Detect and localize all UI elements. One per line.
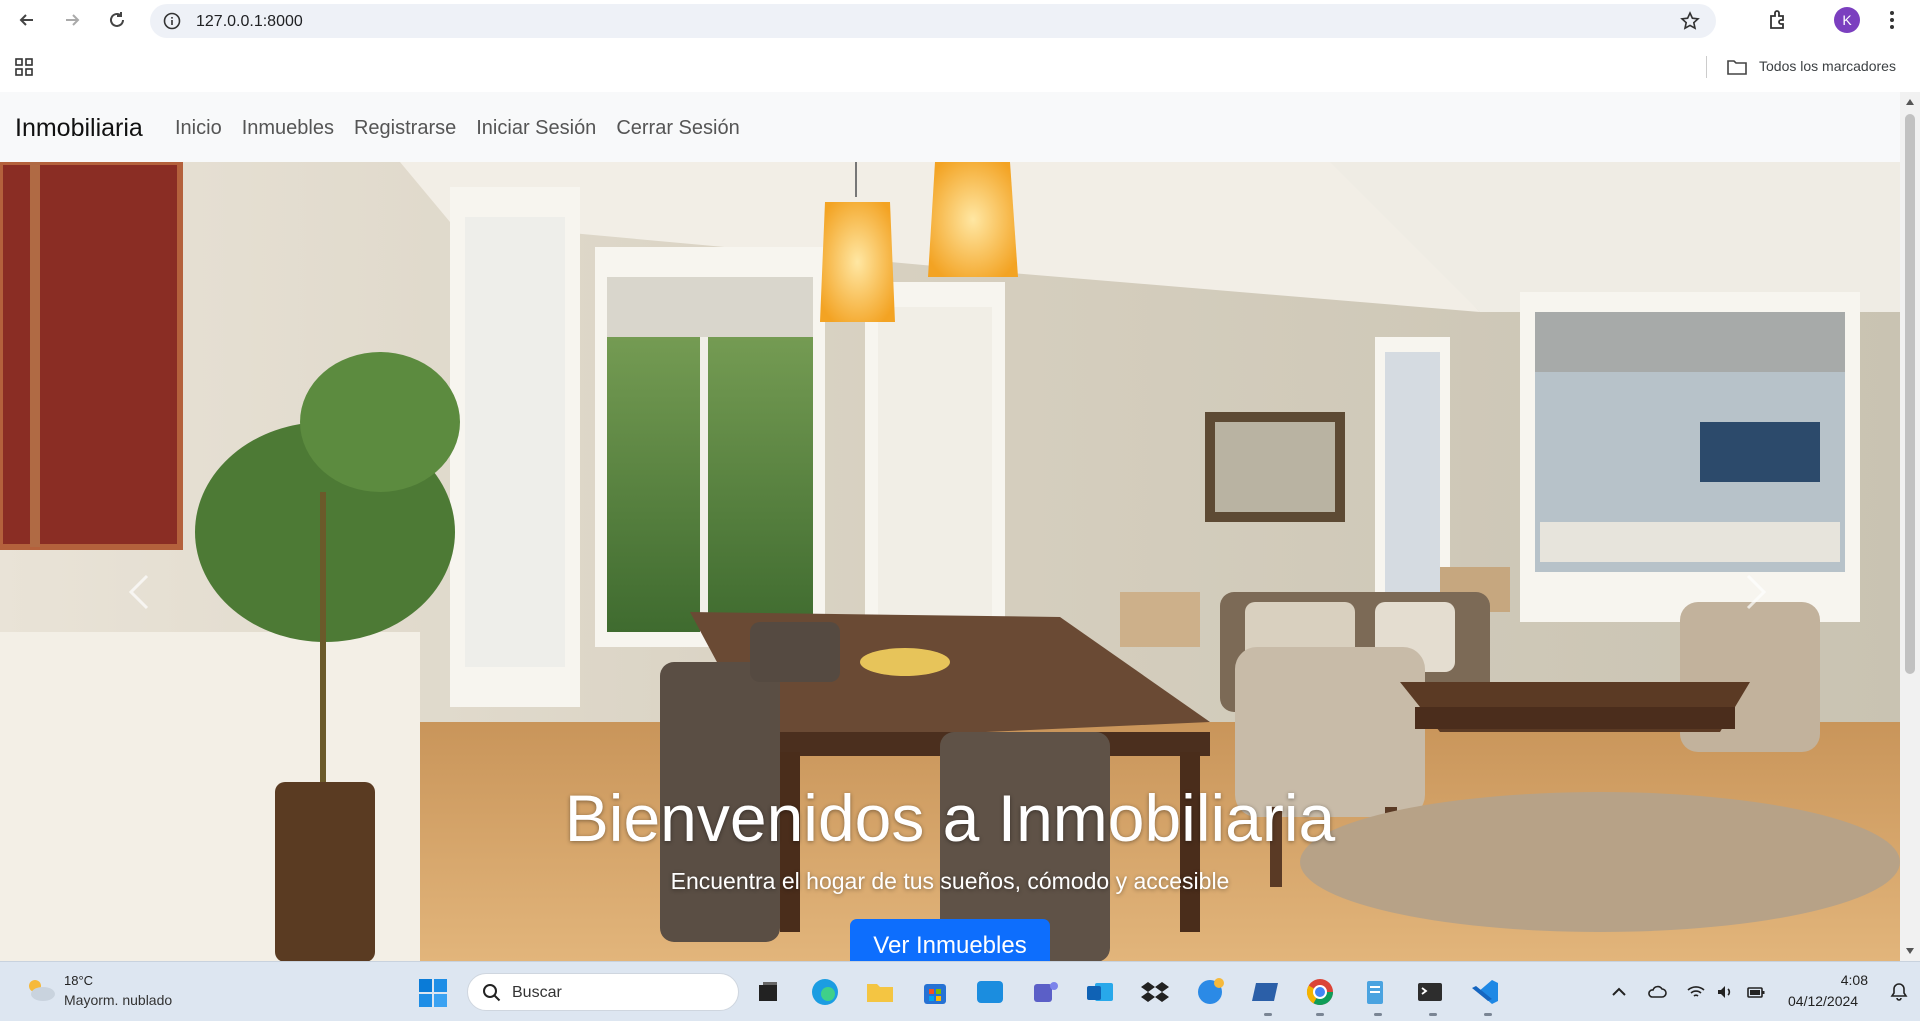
- hero-subtitle: Encuentra el hogar de tus sueños, cómodo…: [670, 868, 1230, 894]
- arrow-right-icon: [66, 14, 80, 26]
- forward-button[interactable]: [57, 6, 87, 34]
- scroll-down-icon[interactable]: [1905, 947, 1915, 955]
- window-right: [1520, 292, 1860, 622]
- store-icon: [924, 984, 946, 1004]
- notification-bell-icon[interactable]: [1890, 982, 1908, 1002]
- outlook-icon: [1087, 983, 1113, 1001]
- powershell-icon: [1252, 983, 1278, 1001]
- info-icon[interactable]: [163, 12, 181, 30]
- hero-title: Bienvenidos a Inmobiliaria: [564, 781, 1336, 855]
- page-viewport: Inmobiliaria Inicio Inmuebles Registrars…: [0, 92, 1920, 961]
- ver-inmuebles-button[interactable]: Ver Inmuebles: [850, 919, 1050, 961]
- taskbar-search[interactable]: Buscar: [467, 973, 739, 1011]
- task-view-app[interactable]: [751, 975, 785, 1009]
- bookmark-star-icon[interactable]: [1680, 11, 1700, 31]
- nav-link-inicio[interactable]: Inicio: [175, 117, 222, 140]
- cloud-icon[interactable]: [1647, 982, 1667, 1002]
- windows-taskbar: 18°C Mayorm. nublado Buscar 4:08 04/12/2…: [0, 961, 1920, 1021]
- carousel-next-button[interactable]: [1742, 572, 1782, 622]
- volume-icon[interactable]: [1715, 982, 1735, 1002]
- scroll-up-icon[interactable]: [1905, 98, 1915, 106]
- vscode-icon: [1472, 980, 1498, 1004]
- bookmarks-separator: [1706, 56, 1707, 78]
- folder-icon[interactable]: [1726, 58, 1748, 76]
- search-label: Buscar: [512, 984, 562, 1001]
- window-left: [595, 247, 825, 647]
- notepad-app[interactable]: [1358, 975, 1392, 1009]
- nav-link-inmuebles[interactable]: Inmuebles: [242, 117, 334, 140]
- arrow-left-icon: [19, 14, 33, 26]
- cloudy-weather-icon[interactable]: [24, 977, 56, 1003]
- file-explorer-app[interactable]: [863, 975, 897, 1009]
- nav-link-iniciar-sesion[interactable]: Iniciar Sesión: [476, 117, 596, 140]
- back-button[interactable]: [12, 6, 42, 34]
- chevron-right-icon: [1746, 574, 1767, 610]
- address-row: 127.0.0.1:8000 K: [0, 0, 1920, 41]
- chevron-up-icon[interactable]: [1609, 982, 1629, 1002]
- weather-description[interactable]: Mayorm. nublado: [64, 992, 172, 1008]
- store-app[interactable]: [918, 975, 952, 1009]
- browser-chrome: 127.0.0.1:8000 K Todos los marcadores: [0, 0, 1920, 92]
- running-indicator: [1264, 1013, 1272, 1016]
- extensions-icon[interactable]: [1766, 8, 1790, 32]
- chevron-left-icon: [128, 574, 149, 610]
- vscode-app[interactable]: [1468, 975, 1502, 1009]
- notepad-icon: [1367, 981, 1383, 1004]
- edge-icon: [812, 979, 838, 1005]
- folder-icon: [867, 984, 893, 1002]
- outlook-app[interactable]: [1083, 975, 1117, 1009]
- terminal-icon: [1418, 983, 1442, 1001]
- dropbox-app[interactable]: [1138, 975, 1172, 1009]
- profile-avatar[interactable]: K: [1834, 7, 1860, 33]
- url-text[interactable]: 127.0.0.1:8000: [196, 13, 303, 31]
- search-icon: [483, 984, 501, 1002]
- windows-start-icon[interactable]: [418, 978, 448, 1008]
- myhp-app[interactable]: [973, 975, 1007, 1009]
- bookmarks-bar: Todos los marcadores: [0, 46, 1920, 88]
- task-view-icon: [759, 982, 777, 1001]
- all-bookmarks-link[interactable]: Todos los marcadores: [1759, 58, 1896, 74]
- running-indicator: [1484, 1013, 1492, 1016]
- hp-icon: [977, 981, 1003, 1003]
- more-menu-icon[interactable]: [1884, 9, 1900, 31]
- clock-date[interactable]: 04/12/2024: [1788, 993, 1858, 1009]
- nav-link-registrarse[interactable]: Registrarse: [354, 117, 456, 140]
- powershell-app[interactable]: [1248, 975, 1282, 1009]
- chrome-icon: [1306, 979, 1334, 1006]
- hero-carousel: Bienvenidos a Inmobiliaria Encuentra el …: [0, 162, 1900, 961]
- page-scrollbar[interactable]: [1900, 92, 1920, 961]
- site-brand[interactable]: Inmobiliaria: [15, 114, 143, 143]
- dropbox-icon: [1141, 982, 1169, 1002]
- clock-time[interactable]: 4:08: [1838, 972, 1868, 988]
- running-indicator: [1429, 1013, 1437, 1016]
- help-icon: [1198, 978, 1224, 1004]
- reload-button[interactable]: [102, 6, 132, 34]
- running-indicator: [1374, 1013, 1382, 1016]
- terminal-app[interactable]: [1413, 975, 1447, 1009]
- scrollbar-thumb[interactable]: [1905, 114, 1915, 674]
- teams-icon: [1034, 982, 1058, 1002]
- teams-app[interactable]: [1028, 975, 1062, 1009]
- nav-link-cerrar-sesion[interactable]: Cerrar Sesión: [616, 117, 739, 140]
- active-indicator: [1316, 1013, 1324, 1016]
- reload-icon: [110, 12, 124, 27]
- carousel-prev-button[interactable]: [125, 572, 165, 622]
- apps-grid-icon[interactable]: [15, 58, 33, 76]
- battery-icon[interactable]: [1746, 982, 1766, 1002]
- weather-temperature[interactable]: 18°C: [64, 973, 93, 988]
- address-bar[interactable]: 127.0.0.1:8000: [150, 4, 1716, 38]
- help-app[interactable]: [1193, 975, 1227, 1009]
- wifi-icon[interactable]: [1686, 982, 1706, 1002]
- edge-app[interactable]: [808, 975, 842, 1009]
- chrome-app[interactable]: [1303, 975, 1337, 1009]
- site-nav-links: Inicio Inmuebles Registrarse Iniciar Ses…: [175, 117, 740, 140]
- site-navbar: Inmobiliaria Inicio Inmuebles Registrars…: [0, 92, 1900, 162]
